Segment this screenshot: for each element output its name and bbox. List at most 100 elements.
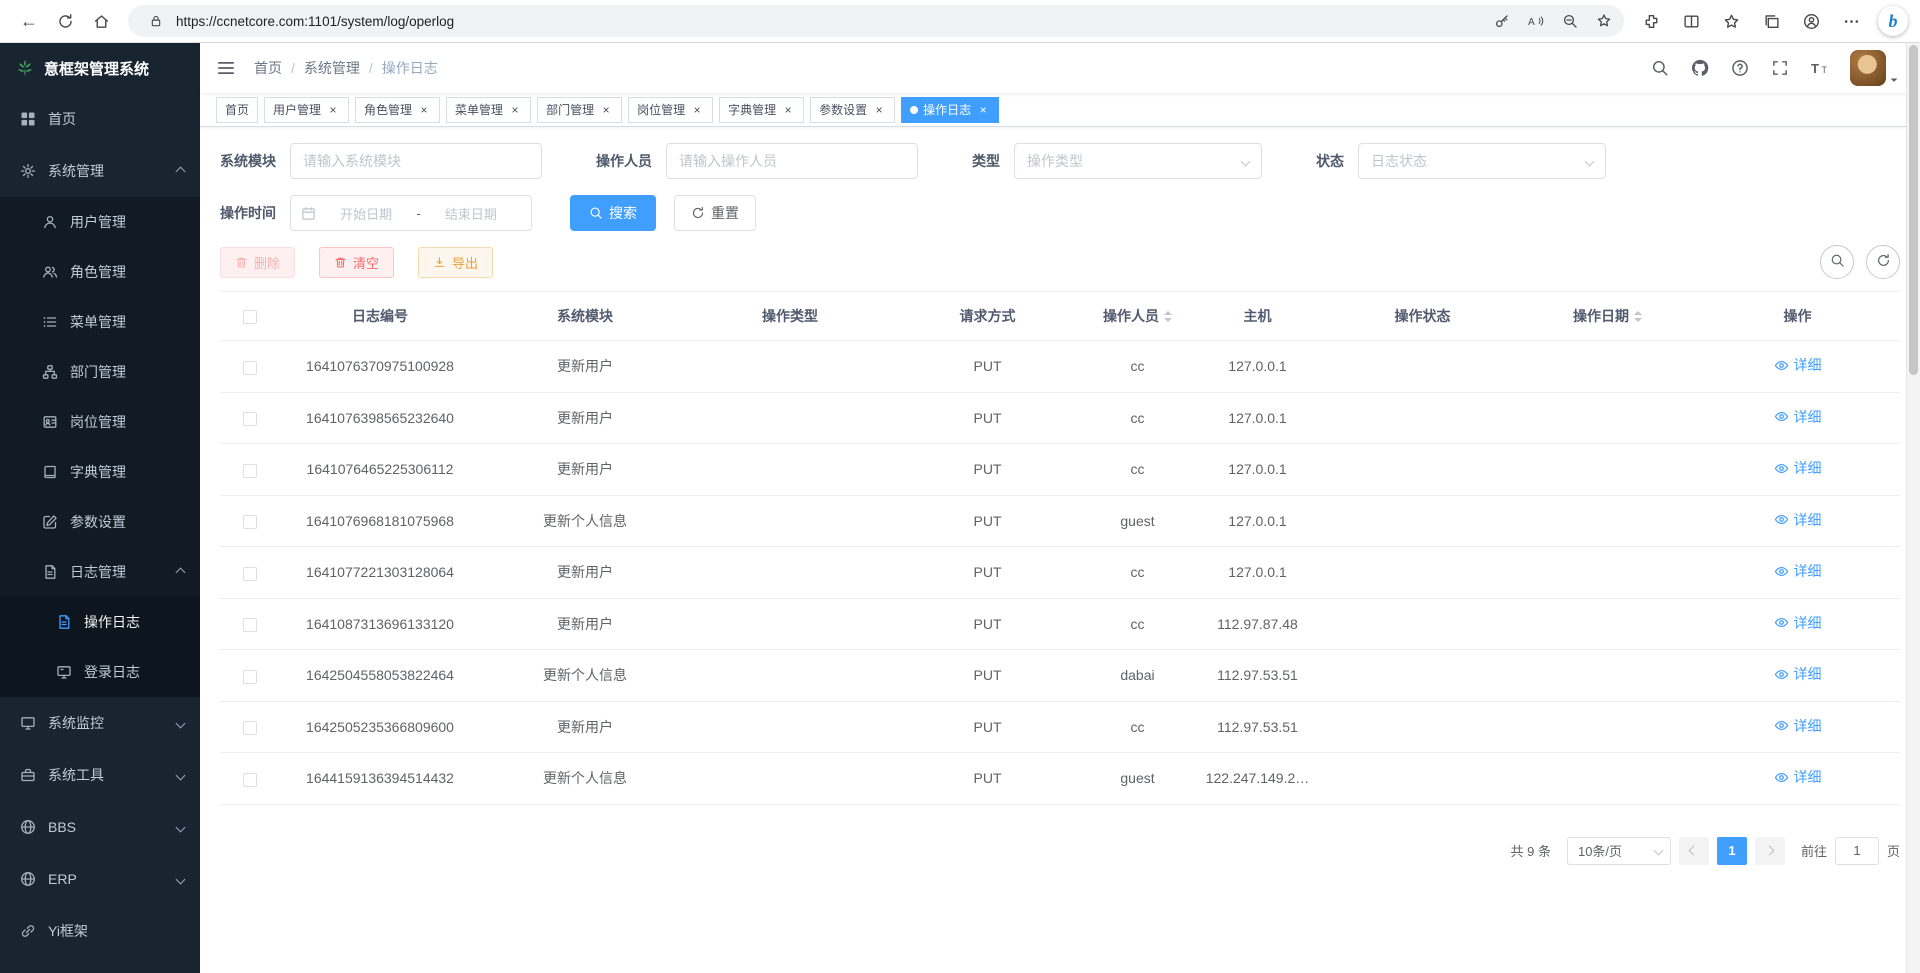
address-bar[interactable]: https://ccnetcore.com:1101/system/log/op…: [128, 5, 1624, 37]
sidebar-item-bbs[interactable]: BBS: [0, 801, 200, 853]
row-checkbox[interactable]: [243, 567, 257, 581]
table-search-button[interactable]: [1820, 245, 1854, 279]
column-header-operator[interactable]: 操作人员: [1085, 292, 1190, 341]
sidebar-item-erp[interactable]: ERP: [0, 853, 200, 905]
tab-close-icon[interactable]: ×: [872, 103, 886, 117]
window-scrollbar[interactable]: [1906, 43, 1920, 973]
goto-page-input[interactable]: 1: [1835, 837, 1879, 865]
row-checkbox[interactable]: [243, 670, 257, 684]
tab-operation-log[interactable]: 操作日志×: [901, 97, 999, 123]
zoom-out-icon[interactable]: [1556, 7, 1584, 35]
detail-link[interactable]: 详细: [1774, 561, 1822, 581]
sidebar-item-system-tools[interactable]: 系统工具: [0, 749, 200, 801]
delete-button[interactable]: 删除: [220, 247, 295, 278]
tab-home[interactable]: 首页: [216, 97, 258, 123]
collections-icon[interactable]: [1754, 4, 1788, 38]
read-aloud-icon[interactable]: A: [1522, 7, 1550, 35]
tab-close-icon[interactable]: ×: [976, 103, 990, 117]
row-checkbox[interactable]: [243, 773, 257, 787]
current-page[interactable]: 1: [1717, 837, 1747, 865]
row-checkbox[interactable]: [243, 412, 257, 426]
browser-refresh-icon[interactable]: [48, 4, 82, 38]
row-checkbox[interactable]: [243, 721, 257, 735]
detail-link[interactable]: 详细: [1774, 613, 1822, 633]
row-checkbox[interactable]: [243, 618, 257, 632]
tab-post-management[interactable]: 岗位管理×: [628, 97, 713, 123]
detail-link[interactable]: 详细: [1774, 510, 1822, 530]
tab-role-management[interactable]: 角色管理×: [355, 97, 440, 123]
detail-link[interactable]: 详细: [1774, 458, 1822, 478]
header-search-icon[interactable]: [1644, 52, 1676, 84]
detail-link[interactable]: 详细: [1774, 716, 1822, 736]
sidebar-item-dept-management[interactable]: 部门管理: [0, 347, 200, 397]
reset-button[interactable]: 重置: [674, 195, 756, 231]
sidebar-item-menu-management[interactable]: 菜单管理: [0, 297, 200, 347]
sidebar-item-post-management[interactable]: 岗位管理: [0, 397, 200, 447]
tab-menu-management[interactable]: 菜单管理×: [446, 97, 531, 123]
tab-param-settings[interactable]: 参数设置×: [810, 97, 895, 123]
detail-link[interactable]: 详细: [1774, 664, 1822, 684]
column-header-date[interactable]: 操作日期: [1520, 292, 1695, 341]
user-menu[interactable]: [1850, 50, 1900, 86]
password-key-icon[interactable]: [1488, 7, 1516, 35]
sidebar-item-login-log[interactable]: 登录日志: [0, 647, 200, 697]
browser-home-icon[interactable]: [84, 4, 118, 38]
detail-link[interactable]: 详细: [1774, 407, 1822, 427]
status-select[interactable]: 日志状态: [1358, 143, 1606, 179]
sidebar-item-home[interactable]: 首页: [0, 93, 200, 145]
font-size-icon[interactable]: TT: [1804, 52, 1836, 84]
tab-dept-management[interactable]: 部门管理×: [537, 97, 622, 123]
prev-page-button[interactable]: [1679, 837, 1709, 865]
sidebar-item-dict-management[interactable]: 字典管理: [0, 447, 200, 497]
export-button[interactable]: 导出: [418, 247, 493, 278]
sort-icon[interactable]: [1164, 311, 1172, 322]
tab-close-icon[interactable]: ×: [326, 103, 340, 117]
sort-icon[interactable]: [1634, 311, 1642, 322]
add-favorite-icon[interactable]: [1590, 7, 1618, 35]
sidebar-item-user-management[interactable]: 用户管理: [0, 197, 200, 247]
sidebar-item-param-settings[interactable]: 参数设置: [0, 497, 200, 547]
browser-back-icon[interactable]: ←: [12, 4, 46, 38]
sidebar-item-log-management[interactable]: 日志管理: [0, 547, 200, 597]
search-button[interactable]: 搜索: [570, 195, 656, 231]
extensions-icon[interactable]: [1634, 4, 1668, 38]
tab-user-management[interactable]: 用户管理×: [264, 97, 349, 123]
type-select[interactable]: 操作类型: [1014, 143, 1262, 179]
github-icon[interactable]: [1684, 52, 1716, 84]
breadcrumb-item[interactable]: 系统管理: [304, 58, 360, 78]
tab-close-icon[interactable]: ×: [417, 103, 431, 117]
help-icon[interactable]: [1724, 52, 1756, 84]
operator-input[interactable]: 请输入操作人员: [666, 143, 918, 179]
table-refresh-button[interactable]: [1866, 245, 1900, 279]
tab-dict-management[interactable]: 字典管理×: [719, 97, 804, 123]
tab-close-icon[interactable]: ×: [508, 103, 522, 117]
next-page-button[interactable]: [1755, 837, 1785, 865]
detail-link[interactable]: 详细: [1774, 355, 1822, 375]
breadcrumb-item[interactable]: 首页: [254, 58, 282, 78]
fullscreen-icon[interactable]: [1764, 52, 1796, 84]
select-all-checkbox[interactable]: [243, 310, 257, 324]
sidebar-item-operation-log[interactable]: 操作日志: [0, 597, 200, 647]
detail-link[interactable]: 详细: [1774, 767, 1822, 787]
sidebar-item-system-management[interactable]: 系统管理: [0, 145, 200, 197]
sidebar-toggle-icon[interactable]: [200, 43, 252, 93]
module-input[interactable]: 请输入系统模块: [290, 143, 542, 179]
tab-close-icon[interactable]: ×: [781, 103, 795, 117]
browser-more-icon[interactable]: [1834, 4, 1868, 38]
favorites-icon[interactable]: [1714, 4, 1748, 38]
row-checkbox[interactable]: [243, 464, 257, 478]
browser-profile-icon[interactable]: [1794, 4, 1828, 38]
bing-icon[interactable]: b: [1878, 6, 1908, 36]
sidebar-item-yi-framework[interactable]: Yi框架: [0, 905, 200, 957]
split-screen-icon[interactable]: [1674, 4, 1708, 38]
row-checkbox[interactable]: [243, 515, 257, 529]
row-checkbox[interactable]: [243, 361, 257, 375]
tab-close-icon[interactable]: ×: [599, 103, 613, 117]
sidebar-item-system-monitor[interactable]: 系统监控: [0, 697, 200, 749]
sidebar-item-role-management[interactable]: 角色管理: [0, 247, 200, 297]
page-size-select[interactable]: 10条/页: [1567, 837, 1671, 865]
date-range-input[interactable]: 开始日期 - 结束日期: [290, 195, 532, 231]
tab-close-icon[interactable]: ×: [690, 103, 704, 117]
clear-button[interactable]: 清空: [319, 247, 394, 278]
scrollbar-thumb[interactable]: [1909, 45, 1918, 375]
